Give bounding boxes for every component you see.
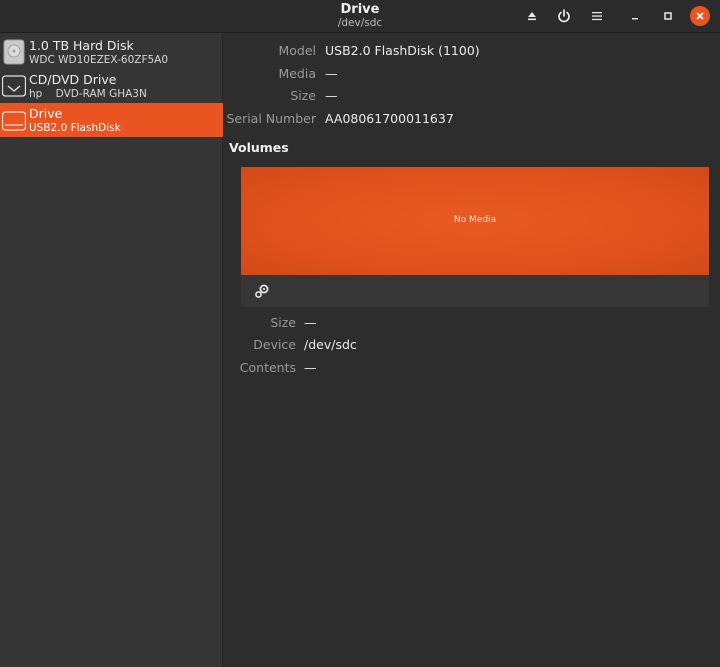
window-title: Drive: [340, 2, 380, 17]
volume-segment-label: No Media: [453, 215, 497, 225]
sidebar-item-usb-drive[interactable]: Drive USB2.0 FlashDisk: [0, 103, 223, 137]
sidebar-item-hard-disk[interactable]: 1.0 TB Hard Disk WDC WD10EZEX-60ZF5A0: [0, 35, 223, 69]
volume-device-label: Device: [253, 337, 296, 352]
drive-details-panel: Model USB2.0 FlashDisk (1100) Media — Si…: [224, 33, 720, 667]
window-subtitle: /dev/sdc: [337, 17, 383, 29]
maximize-button[interactable]: [657, 6, 679, 26]
eject-button[interactable]: [521, 6, 543, 26]
volume-size-label: Size: [270, 315, 296, 330]
menu-button[interactable]: [586, 6, 608, 26]
volume-device-value: /dev/sdc: [304, 337, 357, 352]
power-button[interactable]: [553, 6, 575, 26]
media-label: Media: [278, 66, 316, 81]
serial-number-label: Serial Number: [226, 111, 316, 126]
hamburger-menu-icon: [592, 12, 602, 21]
volume-size-value: —: [304, 315, 317, 330]
sidebar-item-label: Drive: [29, 106, 63, 121]
header-bar: Drive /dev/sdc: [0, 0, 720, 33]
model-value: USB2.0 FlashDisk (1100): [325, 43, 480, 58]
close-icon: [696, 12, 704, 20]
sidebar-item-label: 1.0 TB Hard Disk: [29, 38, 134, 53]
optical-drive-icon: [2, 75, 26, 97]
device-sidebar: 1.0 TB Hard Disk WDC WD10EZEX-60ZF5A0 CD…: [0, 33, 223, 667]
sidebar-item-sublabel: USB2.0 FlashDisk: [29, 122, 121, 134]
maximize-icon: [664, 12, 672, 20]
sidebar-item-sublabel: hp DVD-RAM GHA3N: [29, 88, 147, 100]
serial-number-value: AA08061700011637: [325, 111, 454, 126]
volume-toolbar: [241, 275, 709, 307]
size-value: —: [325, 88, 338, 103]
additional-options-button[interactable]: [253, 282, 271, 300]
media-value: —: [325, 66, 338, 81]
volume-contents-value: —: [304, 360, 317, 375]
volume-contents-label: Contents: [239, 360, 296, 375]
usb-drive-icon: [2, 111, 26, 131]
sidebar-item-sublabel: WDC WD10EZEX-60ZF5A0: [29, 54, 169, 66]
close-button[interactable]: [690, 6, 710, 26]
power-icon: [558, 9, 570, 23]
minimize-button[interactable]: [624, 6, 646, 26]
sidebar-item-optical-drive[interactable]: CD/DVD Drive hp DVD-RAM GHA3N: [0, 69, 223, 103]
size-label: Size: [290, 88, 316, 103]
sidebar-item-label: CD/DVD Drive: [29, 72, 117, 87]
volume-segment[interactable]: No Media: [241, 167, 709, 275]
hard-disk-icon: [3, 39, 25, 65]
model-label: Model: [278, 43, 316, 58]
volumes-heading: Volumes: [229, 140, 289, 155]
minimize-icon: [632, 18, 638, 20]
eject-icon: [528, 12, 536, 21]
gears-icon: [255, 284, 269, 298]
